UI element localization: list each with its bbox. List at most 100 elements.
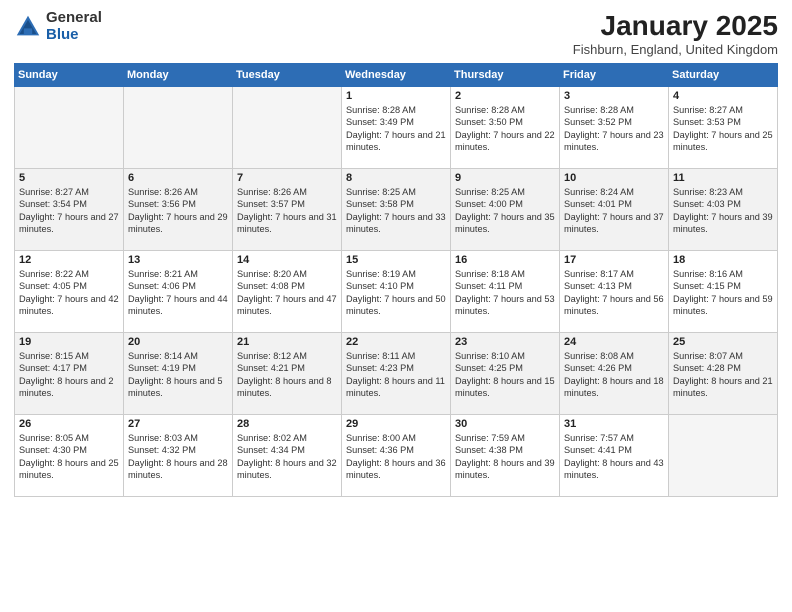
calendar-cell <box>15 87 124 169</box>
day-number: 10 <box>564 172 664 184</box>
day-info: Sunrise: 8:02 AM Sunset: 4:34 PM Dayligh… <box>237 432 337 482</box>
calendar-cell: 14 Sunrise: 8:20 AM Sunset: 4:08 PM Dayli… <box>233 251 342 333</box>
week-row-3: 12Sunrise: 8:22 AM Sunset: 4:05 PM Dayli… <box>15 251 778 333</box>
calendar-cell: 25 Sunrise: 8:07 AM Sunset: 4:28 PM Dayli… <box>669 333 778 415</box>
day-info: Sunrise: 8:27 AM Sunset: 3:54 PM Dayligh… <box>19 186 119 236</box>
calendar-cell: 13 Sunrise: 8:21 AM Sunset: 4:06 PM Dayli… <box>124 251 233 333</box>
logo: General Blue <box>14 10 102 43</box>
col-sunday: Sunday <box>15 64 124 87</box>
day-info: Sunrise: 8:27 AM Sunset: 3:53 PM Dayligh… <box>673 104 773 154</box>
title-block: January 2025 Fishburn, England, United K… <box>573 10 778 57</box>
day-info: Sunrise: 8:25 AM Sunset: 3:58 PM Dayligh… <box>346 186 446 236</box>
day-number: 21 <box>237 336 337 348</box>
day-info: Sunrise: 8:24 AM Sunset: 4:01 PM Dayligh… <box>564 186 664 236</box>
calendar-cell: 2Sunrise: 8:28 AM Sunset: 3:50 PM Daylig… <box>451 87 560 169</box>
day-info: Sunrise: 8:00 AM Sunset: 4:36 PM Dayligh… <box>346 432 446 482</box>
day-number: 30 <box>455 418 555 430</box>
calendar-cell: 5 Sunrise: 8:27 AM Sunset: 3:54 PM Daylig… <box>15 169 124 251</box>
calendar-cell <box>124 87 233 169</box>
day-info: Sunrise: 8:05 AM Sunset: 4:30 PM Dayligh… <box>19 432 119 482</box>
col-friday: Friday <box>560 64 669 87</box>
day-number: 1 <box>346 90 446 102</box>
calendar-cell: 18Sunrise: 8:16 AM Sunset: 4:15 PM Dayli… <box>669 251 778 333</box>
day-info: Sunrise: 8:25 AM Sunset: 4:00 PM Dayligh… <box>455 186 555 236</box>
day-number: 3 <box>564 90 664 102</box>
day-number: 23 <box>455 336 555 348</box>
day-number: 11 <box>673 172 773 184</box>
calendar-cell: 20 Sunrise: 8:14 AM Sunset: 4:19 PM Dayli… <box>124 333 233 415</box>
day-info: Sunrise: 8:12 AM Sunset: 4:21 PM Dayligh… <box>237 350 337 400</box>
day-info: Sunrise: 8:28 AM Sunset: 3:49 PM Dayligh… <box>346 104 446 154</box>
day-number: 28 <box>237 418 337 430</box>
col-wednesday: Wednesday <box>342 64 451 87</box>
day-number: 17 <box>564 254 664 266</box>
location-subtitle: Fishburn, England, United Kingdom <box>573 42 778 57</box>
day-info: Sunrise: 7:57 AM Sunset: 4:41 PM Dayligh… <box>564 432 664 482</box>
col-monday: Monday <box>124 64 233 87</box>
page-container: General Blue January 2025 Fishburn, Engl… <box>0 0 792 505</box>
day-info: Sunrise: 8:10 AM Sunset: 4:25 PM Dayligh… <box>455 350 555 400</box>
day-number: 20 <box>128 336 228 348</box>
day-info: Sunrise: 8:07 AM Sunset: 4:28 PM Dayligh… <box>673 350 773 400</box>
calendar-cell: 22Sunrise: 8:11 AM Sunset: 4:23 PM Dayli… <box>342 333 451 415</box>
day-number: 8 <box>346 172 446 184</box>
day-info: Sunrise: 8:18 AM Sunset: 4:11 PM Dayligh… <box>455 268 555 318</box>
day-info: Sunrise: 8:08 AM Sunset: 4:26 PM Dayligh… <box>564 350 664 400</box>
day-number: 6 <box>128 172 228 184</box>
calendar-cell: 21 Sunrise: 8:12 AM Sunset: 4:21 PM Dayli… <box>233 333 342 415</box>
logo-icon <box>14 13 42 41</box>
day-number: 31 <box>564 418 664 430</box>
day-info: Sunrise: 8:03 AM Sunset: 4:32 PM Dayligh… <box>128 432 228 482</box>
day-number: 18 <box>673 254 773 266</box>
day-info: Sunrise: 8:15 AM Sunset: 4:17 PM Dayligh… <box>19 350 119 400</box>
day-number: 15 <box>346 254 446 266</box>
calendar-cell: 11 Sunrise: 8:23 AM Sunset: 4:03 PM Dayli… <box>669 169 778 251</box>
week-row-1: 1 Sunrise: 8:28 AM Sunset: 3:49 PM Daylig… <box>15 87 778 169</box>
day-number: 27 <box>128 418 228 430</box>
calendar-cell: 8 Sunrise: 8:25 AM Sunset: 3:58 PM Daylig… <box>342 169 451 251</box>
header: General Blue January 2025 Fishburn, Engl… <box>14 10 778 57</box>
day-number: 29 <box>346 418 446 430</box>
day-info: Sunrise: 8:21 AM Sunset: 4:06 PM Dayligh… <box>128 268 228 318</box>
day-info: Sunrise: 8:26 AM Sunset: 3:57 PM Dayligh… <box>237 186 337 236</box>
calendar-cell: 10 Sunrise: 8:24 AM Sunset: 4:01 PM Dayli… <box>560 169 669 251</box>
day-number: 7 <box>237 172 337 184</box>
day-number: 14 <box>237 254 337 266</box>
col-saturday: Saturday <box>669 64 778 87</box>
logo-text: General Blue <box>46 10 102 43</box>
calendar-cell <box>669 415 778 497</box>
day-number: 9 <box>455 172 555 184</box>
day-number: 4 <box>673 90 773 102</box>
calendar-cell: 30 Sunrise: 7:59 AM Sunset: 4:38 PM Dayli… <box>451 415 560 497</box>
calendar-cell: 6 Sunrise: 8:26 AM Sunset: 3:56 PM Daylig… <box>124 169 233 251</box>
header-row: Sunday Monday Tuesday Wednesday Thursday… <box>15 64 778 87</box>
day-info: Sunrise: 8:26 AM Sunset: 3:56 PM Dayligh… <box>128 186 228 236</box>
week-row-5: 26 Sunrise: 8:05 AM Sunset: 4:30 PM Dayli… <box>15 415 778 497</box>
day-info: Sunrise: 8:22 AM Sunset: 4:05 PM Dayligh… <box>19 268 119 318</box>
day-info: Sunrise: 8:14 AM Sunset: 4:19 PM Dayligh… <box>128 350 228 400</box>
day-number: 24 <box>564 336 664 348</box>
col-tuesday: Tuesday <box>233 64 342 87</box>
calendar-cell: 24 Sunrise: 8:08 AM Sunset: 4:26 PM Dayli… <box>560 333 669 415</box>
col-thursday: Thursday <box>451 64 560 87</box>
calendar-cell: 3 Sunrise: 8:28 AM Sunset: 3:52 PM Daylig… <box>560 87 669 169</box>
calendar-cell: 31 Sunrise: 7:57 AM Sunset: 4:41 PM Dayli… <box>560 415 669 497</box>
day-number: 25 <box>673 336 773 348</box>
calendar-cell: 23 Sunrise: 8:10 AM Sunset: 4:25 PM Dayli… <box>451 333 560 415</box>
day-number: 19 <box>19 336 119 348</box>
week-row-2: 5 Sunrise: 8:27 AM Sunset: 3:54 PM Daylig… <box>15 169 778 251</box>
calendar-cell: 9 Sunrise: 8:25 AM Sunset: 4:00 PM Daylig… <box>451 169 560 251</box>
day-info: Sunrise: 8:23 AM Sunset: 4:03 PM Dayligh… <box>673 186 773 236</box>
day-number: 5 <box>19 172 119 184</box>
day-info: Sunrise: 8:28 AM Sunset: 3:52 PM Dayligh… <box>564 104 664 154</box>
calendar-cell: 28 Sunrise: 8:02 AM Sunset: 4:34 PM Dayli… <box>233 415 342 497</box>
day-number: 13 <box>128 254 228 266</box>
day-number: 26 <box>19 418 119 430</box>
day-info: Sunrise: 8:11 AM Sunset: 4:23 PM Dayligh… <box>346 350 446 400</box>
day-info: Sunrise: 8:20 AM Sunset: 4:08 PM Dayligh… <box>237 268 337 318</box>
day-info: Sunrise: 7:59 AM Sunset: 4:38 PM Dayligh… <box>455 432 555 482</box>
calendar-cell: 7 Sunrise: 8:26 AM Sunset: 3:57 PM Daylig… <box>233 169 342 251</box>
calendar-cell: 4 Sunrise: 8:27 AM Sunset: 3:53 PM Daylig… <box>669 87 778 169</box>
day-number: 16 <box>455 254 555 266</box>
week-row-4: 19 Sunrise: 8:15 AM Sunset: 4:17 PM Dayli… <box>15 333 778 415</box>
